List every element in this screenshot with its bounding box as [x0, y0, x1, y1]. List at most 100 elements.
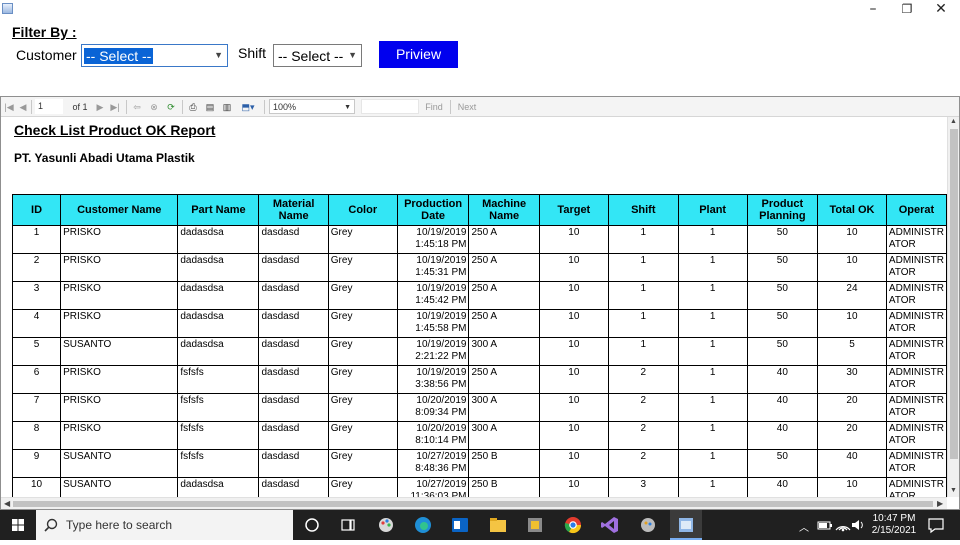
last-page-icon[interactable]: ▶| [109, 100, 121, 114]
table-cell: 7 [11, 393, 62, 422]
page-setup-icon[interactable]: ▥ [221, 100, 233, 114]
taskbar-search[interactable]: Type here to search [36, 510, 293, 540]
notifications-icon[interactable] [926, 515, 946, 535]
table-cell: Grey [327, 421, 398, 450]
edge-icon[interactable] [413, 515, 433, 535]
print-layout-icon[interactable]: ▤ [204, 100, 216, 114]
find-input[interactable] [361, 99, 419, 114]
table-cell: 10/19/2019 1:45:31 PM [396, 253, 470, 282]
system-clock[interactable]: 10:47 PM 2/15/2021 [866, 513, 922, 537]
table-cell: 3 [11, 281, 62, 310]
report-title: Check List Product OK Report [14, 122, 216, 138]
table-cell: dasdasd [258, 225, 329, 254]
prev-page-icon[interactable]: ◀ [18, 100, 28, 114]
file-explorer-icon[interactable] [488, 515, 508, 535]
column-header: Target [538, 194, 609, 226]
table-cell: Grey [327, 477, 398, 497]
table-cell: ADMINISTR ATOR [885, 365, 947, 394]
table-cell: PRISKO [60, 421, 179, 450]
table-cell: 24 [817, 281, 887, 310]
table-cell: ADMINISTR ATOR [885, 421, 947, 450]
first-page-icon[interactable]: |◀ [4, 100, 14, 114]
table-cell: 1 [677, 225, 748, 254]
column-header: Total OK [817, 194, 887, 226]
scroll-up-icon[interactable]: ▲ [950, 118, 957, 125]
visual-studio-icon[interactable] [600, 515, 620, 535]
table-cell: 2 [607, 393, 679, 422]
table-cell: dasdasd [258, 281, 329, 310]
paint-tool-icon[interactable] [638, 515, 658, 535]
report-table: ID Customer Name Part Name Material Name Col… [11, 194, 947, 497]
restore-button[interactable]: ❐ [890, 0, 924, 18]
table-row: 3 PRISKO dadasdsa dasdasd Grey 10/19/2019 1:4… [11, 281, 947, 310]
table-cell: 5 [817, 337, 887, 366]
table-cell: 40 [746, 393, 819, 422]
table-cell: 1 [677, 365, 748, 394]
outlook-icon[interactable] [450, 515, 470, 535]
table-cell: 10 [538, 337, 609, 366]
table-cell: 10 [817, 309, 887, 338]
scroll-right-icon[interactable]: ▶ [937, 499, 943, 508]
start-button[interactable] [0, 510, 36, 540]
report-page: Check List Product OK Report PT. Yasunli… [1, 117, 947, 497]
table-row: 1 PRISKO dadasdsa dasdasd Grey 10/19/2019 1:4… [11, 225, 947, 254]
back-icon[interactable]: ⇦ [131, 100, 143, 114]
next-page-icon[interactable]: ▶ [95, 100, 105, 114]
horizontal-scrollbar[interactable]: ◀ ▶ [1, 497, 947, 509]
refresh-icon[interactable]: ⟳ [165, 100, 177, 114]
table-cell: 5 [11, 337, 62, 366]
paint-icon[interactable] [376, 515, 396, 535]
table-cell: fsfsfs [177, 393, 260, 422]
vertical-scrollbar[interactable]: ▲ ▼ [947, 117, 959, 497]
table-cell: 40 [746, 477, 819, 497]
page-number-input[interactable]: 1 [35, 99, 63, 114]
shift-select[interactable]: -- Select -- ▼ [273, 44, 362, 67]
table-cell: 10/20/2019 8:10:14 PM [396, 421, 470, 450]
horizontal-scroll-thumb[interactable] [13, 501, 933, 507]
active-app-tab[interactable] [670, 510, 702, 540]
cortana-icon[interactable] [302, 515, 322, 535]
task-view-icon[interactable] [338, 515, 358, 535]
preview-button[interactable]: Priview [379, 41, 458, 68]
minimize-button[interactable]: – [856, 0, 890, 18]
find-next-link[interactable]: Next [455, 100, 479, 114]
table-cell: dasdasd [258, 337, 329, 366]
table-cell: 10/19/2019 1:45:58 PM [396, 309, 470, 338]
battery-icon[interactable] [815, 515, 835, 535]
zoom-select[interactable]: 100% ▼ [269, 99, 355, 114]
scroll-down-icon[interactable]: ▼ [950, 487, 957, 494]
stop-icon[interactable]: ⊗ [148, 100, 160, 114]
title-bar: – ❐ ✕ [0, 0, 960, 18]
visual-studio-installer-icon[interactable] [525, 515, 545, 535]
app-window: – ❐ ✕ Filter By : Customer -- Select -- … [0, 0, 960, 510]
vertical-scroll-thumb[interactable] [950, 129, 958, 459]
export-icon[interactable]: ⬒▾ [238, 100, 258, 114]
scroll-left-icon[interactable]: ◀ [4, 499, 10, 508]
table-cell: 10/20/2019 8:09:34 PM [396, 393, 470, 422]
report-viewer: |◀ ◀ 1 of 1 ▶ ▶| ⇦ ⊗ ⟳ ⎙ ▤ ▥ ⬒▾ 100% ▼ F… [0, 96, 960, 510]
table-cell: 10 [538, 309, 609, 338]
table-header-row: ID Customer Name Part Name Material Name Col… [11, 194, 947, 226]
table-cell: Grey [327, 309, 398, 338]
table-cell: 250 A [468, 309, 540, 338]
table-cell: dadasdsa [177, 225, 260, 254]
table-cell: fsfsfs [177, 421, 260, 450]
close-button[interactable]: ✕ [924, 0, 958, 18]
table-cell: 10 [538, 365, 609, 394]
clock-date: 2/15/2021 [871, 525, 917, 536]
customer-label: Customer [16, 47, 77, 63]
find-link[interactable]: Find [423, 100, 445, 114]
show-hidden-icons-icon[interactable]: ︿ [799, 519, 809, 534]
company-name: PT. Yasunli Abadi Utama Plastik [14, 151, 195, 165]
table-cell: Grey [327, 365, 398, 394]
table-cell: SUSANTO [60, 337, 179, 366]
table-cell: 1 [677, 309, 748, 338]
app-icon [2, 3, 13, 14]
print-icon[interactable]: ⎙ [187, 100, 199, 114]
customer-select[interactable]: -- Select -- ▼ [81, 44, 228, 67]
table-cell: 10 [538, 449, 609, 478]
table-cell: Grey [327, 253, 398, 282]
chrome-icon[interactable] [563, 515, 583, 535]
chevron-down-icon: ▼ [344, 104, 351, 111]
table-cell: dadasdsa [177, 337, 260, 366]
